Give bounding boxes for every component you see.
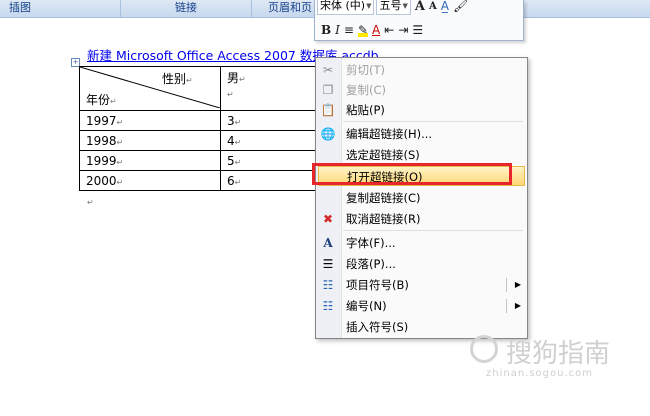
- count-value: 4: [227, 133, 235, 148]
- context-menu: ✂ 剪切(T) ❐ 复制(C) 📋 粘贴(P) 🌐 编辑超链接(H)... 选定…: [315, 57, 528, 339]
- menu-item-label: 取消超链接(R): [346, 212, 421, 226]
- grow-font-button[interactable]: A: [415, 0, 425, 14]
- menu-separator: [343, 230, 523, 231]
- bullets-icon: ☷: [322, 278, 334, 292]
- table-cell[interactable]: 1997↵: [79, 110, 221, 131]
- year-value: 1998: [86, 133, 117, 148]
- font-icon: A: [323, 236, 333, 250]
- mini-toolbar-row-1: 宋体 (中) ▼ 五号 ▼ A A A̲ 🖌: [315, 0, 468, 16]
- bold-button[interactable]: B: [321, 23, 331, 37]
- table-cell[interactable]: 4↵: [220, 130, 318, 151]
- submenu-divider: [506, 299, 507, 313]
- paragraph-icon: ☰: [322, 257, 334, 271]
- mini-toolbar-row-2: B I ≡ ✎ A ⇤ ⇥ ☰: [315, 20, 423, 40]
- menu-item-label: 字体(F)...: [346, 236, 396, 250]
- count-value: 3: [227, 113, 235, 128]
- menu-item-paragraph[interactable]: ☰ 段落(P)...: [316, 254, 527, 274]
- count-value: 5: [227, 153, 235, 168]
- table-row: 1998↵ 4↵: [79, 130, 318, 151]
- increase-indent-icon[interactable]: ⇥: [398, 23, 408, 37]
- styles-icon[interactable]: A̲: [441, 0, 449, 13]
- menu-item-label: 剪切(T): [346, 63, 385, 77]
- table-cell[interactable]: 6↵: [220, 170, 318, 191]
- data-table: 性别↵ 年份↵ 男↵ ↵ 1997↵ 3↵ 1998↵ 4↵ 1999↵ 5↵ 2…: [79, 66, 318, 191]
- paste-icon: 📋: [320, 103, 336, 117]
- ribbon-group-links[interactable]: 链接: [121, 0, 251, 17]
- submenu-divider: [506, 278, 507, 292]
- font-size-select[interactable]: 五号 ▼: [376, 0, 411, 15]
- menu-item-label: 复制超链接(C): [346, 191, 421, 205]
- font-name-value: 宋体 (中): [320, 0, 366, 12]
- table-cell[interactable]: 1998↵: [79, 130, 221, 151]
- header-year-label: 年份↵: [86, 93, 117, 107]
- menu-separator: [343, 121, 523, 122]
- menu-item-insert-symbol[interactable]: 插入符号(S): [316, 317, 527, 337]
- copy-icon: ❐: [322, 83, 334, 97]
- year-value: 1997: [86, 113, 117, 128]
- chevron-down-icon: ▼: [402, 2, 408, 10]
- year-value: 1999: [86, 153, 117, 168]
- header-gender-label: 性别↵: [162, 72, 193, 86]
- edit-hyperlink-icon: 🌐: [320, 127, 336, 141]
- align-center-button[interactable]: ≡: [344, 23, 354, 37]
- watermark-logo-icon: [470, 335, 498, 363]
- bullets-icon[interactable]: ☰: [412, 23, 423, 37]
- paragraph-mark: ↵: [87, 198, 94, 207]
- menu-item-label: 项目符号(B): [346, 278, 409, 292]
- numbering-icon: ☷: [322, 299, 334, 313]
- table-cell[interactable]: 5↵: [220, 150, 318, 171]
- watermark-url: zhinan.sogou.com: [486, 368, 594, 379]
- menu-item-paste[interactable]: 📋 粘贴(P): [316, 100, 527, 120]
- menu-item-remove-hyperlink[interactable]: ✖ 取消超链接(R): [316, 209, 527, 229]
- font-size-value: 五号: [379, 0, 402, 12]
- shrink-font-button[interactable]: A: [429, 1, 437, 12]
- format-painter-icon[interactable]: 🖌: [453, 0, 468, 13]
- menu-item-copy[interactable]: ❐ 复制(C): [316, 80, 527, 100]
- decrease-indent-icon[interactable]: ⇤: [384, 23, 394, 37]
- menu-item-font[interactable]: A 字体(F)...: [316, 233, 527, 253]
- highlight-icon[interactable]: ✎: [357, 23, 369, 37]
- table-row: 2000↵ 6↵: [79, 170, 318, 191]
- menu-item-edit-hyperlink[interactable]: 🌐 编辑超链接(H)...: [316, 124, 527, 144]
- year-value: 2000: [86, 173, 117, 188]
- menu-item-bullets[interactable]: ☷ 项目符号(B) ▶: [316, 275, 527, 295]
- menu-item-copy-hyperlink[interactable]: 复制超链接(C): [316, 188, 527, 208]
- table-row: 1999↵ 5↵: [79, 150, 318, 171]
- diagonal-header-cell[interactable]: 性别↵ 年份↵: [79, 66, 221, 111]
- menu-item-label: 复制(C): [346, 83, 387, 97]
- table-cell[interactable]: 3↵: [220, 110, 318, 131]
- menu-item-cut[interactable]: ✂ 剪切(T): [316, 60, 527, 80]
- menu-item-label: 编号(N): [346, 299, 387, 313]
- table-cell[interactable]: 1999↵: [79, 150, 221, 171]
- table-header-row: 性别↵ 年份↵ 男↵ ↵: [79, 66, 318, 111]
- font-name-select[interactable]: 宋体 (中) ▼: [317, 0, 375, 15]
- menu-item-label: 编辑超链接(H)...: [346, 127, 433, 141]
- count-value: 6: [227, 173, 235, 188]
- font-color-button[interactable]: A: [372, 23, 380, 37]
- ribbon-divider: [251, 0, 252, 17]
- watermark-text: 搜狗指南: [506, 339, 611, 369]
- header-male-label: 男: [227, 71, 240, 85]
- submenu-arrow-icon: ▶: [514, 280, 521, 289]
- italic-button[interactable]: I: [335, 23, 340, 37]
- scissors-icon: ✂: [322, 63, 334, 77]
- ribbon-group-header-footer[interactable]: 页眉和页: [260, 0, 320, 17]
- table-cell[interactable]: 2000↵: [79, 170, 221, 191]
- menu-item-label: 粘贴(P): [346, 103, 385, 117]
- remove-hyperlink-icon: ✖: [322, 212, 334, 226]
- menu-item-label: 段落(P)...: [346, 257, 396, 271]
- mini-toolbar: 宋体 (中) ▼ 五号 ▼ A A A̲ 🖌 B I ≡ ✎ A ⇤ ⇥ ☰: [314, 0, 524, 41]
- submenu-arrow-icon: ▶: [514, 301, 521, 310]
- menu-item-select-hyperlink[interactable]: 选定超链接(S): [316, 145, 527, 165]
- table-cell[interactable]: 男↵ ↵: [220, 66, 318, 111]
- menu-item-label: 插入符号(S): [346, 320, 409, 334]
- ribbon-group-illustrations[interactable]: 插图: [0, 0, 40, 17]
- menu-item-numbering[interactable]: ☷ 编号(N) ▶: [316, 296, 527, 316]
- chevron-down-icon: ▼: [366, 2, 372, 10]
- menu-item-label: 选定超链接(S): [346, 148, 420, 162]
- table-row: 1997↵ 3↵: [79, 110, 318, 131]
- annotation-highlight-box: [312, 163, 512, 185]
